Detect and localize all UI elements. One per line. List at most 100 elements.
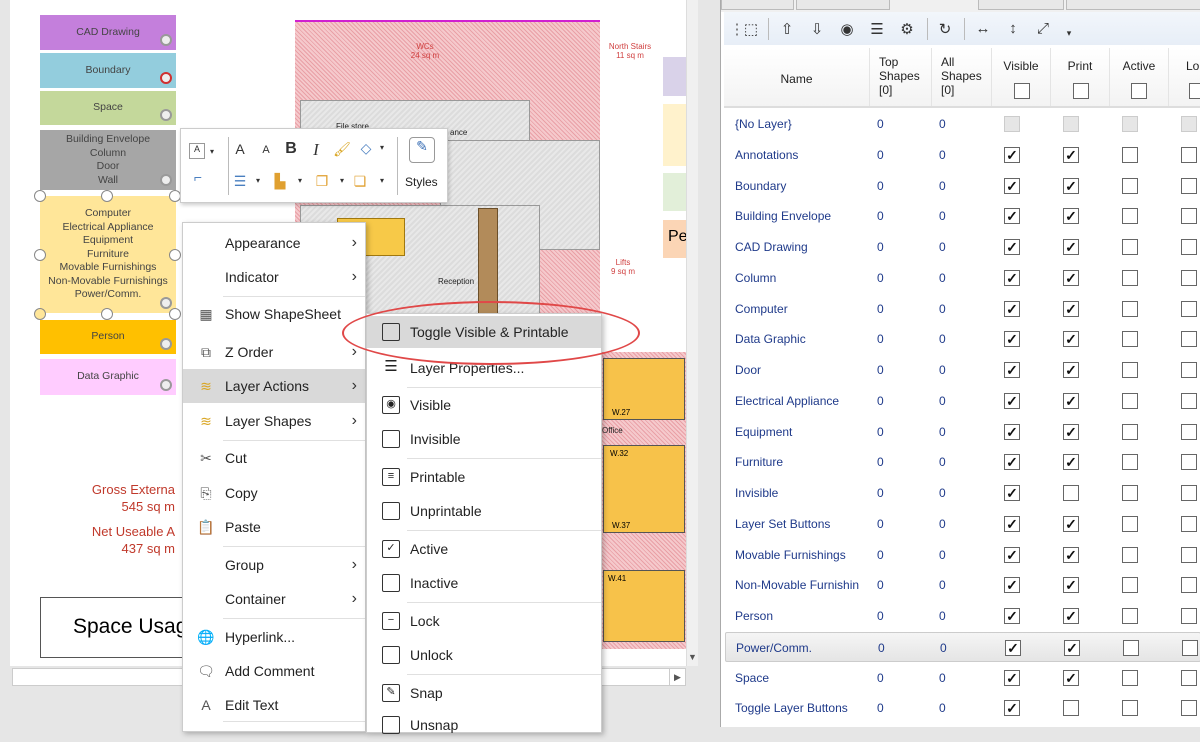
layer-row[interactable]: Non-Movable Furnishin 0 0 ✓ ✓ bbox=[725, 570, 1200, 600]
print-checkbox[interactable]: ✓ bbox=[1063, 146, 1079, 163]
menu-item-copy[interactable]: ⎘ Copy bbox=[183, 476, 365, 510]
lock-checkbox[interactable] bbox=[1181, 546, 1197, 563]
layer-button[interactable]: CAD Drawing bbox=[40, 15, 176, 50]
col-all-shapes[interactable]: All Shapes [0] bbox=[932, 48, 992, 106]
dropdown-icon[interactable]: ▾ bbox=[373, 176, 391, 185]
layer-row[interactable]: Furniture 0 0 ✓ ✓ bbox=[725, 447, 1200, 477]
scroll-right-arrow-icon[interactable]: ▶ bbox=[669, 669, 685, 685]
selection-handle[interactable] bbox=[169, 308, 181, 320]
col-name[interactable]: Name bbox=[724, 48, 870, 106]
active-checkbox[interactable] bbox=[1122, 454, 1138, 471]
selection-handle[interactable] bbox=[101, 308, 113, 320]
styles-icon[interactable]: ✎ bbox=[409, 137, 435, 163]
lock-checkbox[interactable] bbox=[1181, 331, 1197, 348]
submenu-item-inactive[interactable]: Inactive bbox=[367, 566, 601, 600]
print-checkbox[interactable]: ✓ bbox=[1063, 177, 1079, 194]
visible-checkbox[interactable]: ✓ bbox=[1004, 208, 1020, 225]
list-icon[interactable]: ☰ bbox=[868, 20, 886, 38]
side-tab-yellow[interactable] bbox=[663, 104, 686, 166]
decrease-font-icon[interactable]: A bbox=[257, 144, 275, 156]
visible-checkbox[interactable]: ✓ bbox=[1004, 331, 1020, 348]
lock-checkbox[interactable] bbox=[1181, 515, 1197, 532]
print-checkbox[interactable]: ✓ bbox=[1063, 239, 1079, 255]
layer-row[interactable]: Invisible 0 0 ✓ bbox=[725, 478, 1200, 508]
layer-button[interactable]: Boundary bbox=[40, 53, 176, 88]
menu-item-appearance[interactable]: Appearance › bbox=[183, 226, 365, 260]
refresh-layers-icon[interactable]: ↻ bbox=[936, 20, 954, 38]
submenu-item-invisible[interactable]: Invisible bbox=[367, 422, 601, 456]
print-all-checkbox[interactable] bbox=[1073, 83, 1089, 99]
dropdown-icon[interactable]: ▾ bbox=[249, 176, 267, 185]
menu-item-group[interactable]: Group › bbox=[183, 548, 365, 582]
dropdown-icon[interactable]: ▾ bbox=[373, 143, 391, 152]
visible-checkbox[interactable]: ✓ bbox=[1004, 577, 1020, 594]
print-checkbox[interactable]: ✓ bbox=[1063, 608, 1079, 624]
visible-checkbox[interactable]: ✓ bbox=[1004, 485, 1020, 501]
panel-tab[interactable] bbox=[1066, 0, 1200, 10]
lock-checkbox[interactable] bbox=[1181, 423, 1197, 440]
menu-item-layer-shapes[interactable]: ≋ Layer Shapes › bbox=[183, 404, 365, 438]
active-checkbox[interactable] bbox=[1122, 331, 1138, 348]
print-checkbox[interactable]: ✓ bbox=[1063, 331, 1079, 348]
fit-all-icon[interactable]: ⤢ bbox=[1034, 20, 1052, 37]
active-checkbox[interactable] bbox=[1123, 639, 1139, 656]
selection-handle[interactable] bbox=[34, 190, 46, 202]
layer-settings-icon[interactable]: ⚙ bbox=[898, 20, 916, 38]
layer-row[interactable]: Layer Set Buttons 0 0 ✓ ✓ bbox=[725, 509, 1200, 539]
layer-row[interactable]: Annotations 0 0 ✓ ✓ bbox=[725, 140, 1200, 170]
increase-font-icon[interactable]: A bbox=[231, 141, 249, 157]
menu-item-z-order[interactable]: ⧉ Z Order › bbox=[183, 335, 365, 369]
format-painter-icon[interactable]: 🖌 bbox=[333, 141, 351, 158]
send-back-icon[interactable]: ❏ bbox=[351, 173, 369, 190]
layer-row[interactable]: Building Envelope 0 0 ✓ ✓ bbox=[725, 201, 1200, 231]
submenu-item-unprintable[interactable]: Unprintable bbox=[367, 494, 601, 528]
layer-row[interactable]: {No Layer} 0 0 bbox=[725, 109, 1200, 139]
layer-button[interactable]: Computer Electrical Appliance Equipment … bbox=[40, 196, 176, 313]
lock-checkbox[interactable] bbox=[1182, 639, 1198, 656]
layer-row[interactable]: Electrical Appliance 0 0 ✓ ✓ bbox=[725, 386, 1200, 416]
visibility-icon[interactable]: ◉ bbox=[838, 20, 856, 38]
submenu-item-unlock[interactable]: Unlock bbox=[367, 638, 601, 672]
layer-row[interactable]: Door 0 0 ✓ ✓ bbox=[725, 355, 1200, 385]
active-checkbox[interactable] bbox=[1122, 608, 1138, 624]
active-all-checkbox[interactable] bbox=[1131, 83, 1147, 99]
submenu-item-lock[interactable]: − Lock bbox=[367, 604, 601, 638]
toolbar-overflow-icon[interactable]: ▾ bbox=[1060, 28, 1078, 39]
visible-checkbox[interactable]: ✓ bbox=[1004, 608, 1020, 624]
visible-checkbox[interactable]: ✓ bbox=[1004, 269, 1020, 286]
lock-all-checkbox[interactable] bbox=[1189, 83, 1200, 99]
lock-checkbox[interactable] bbox=[1181, 485, 1197, 501]
visible-checkbox[interactable]: ✓ bbox=[1004, 239, 1020, 255]
menu-item-add-comment[interactable]: 🗨 Add Comment bbox=[183, 654, 365, 688]
submenu-item-active[interactable]: ✓ Active bbox=[367, 532, 601, 566]
select-shapes-icon[interactable]: ⬚ bbox=[742, 20, 760, 38]
lock-checkbox[interactable] bbox=[1181, 208, 1197, 225]
toggle-knob-icon[interactable] bbox=[160, 379, 172, 391]
print-checkbox[interactable]: ✓ bbox=[1063, 546, 1079, 563]
lock-checkbox[interactable] bbox=[1181, 700, 1197, 717]
print-checkbox[interactable]: ✓ bbox=[1064, 639, 1080, 656]
dropdown-icon[interactable]: ▾ bbox=[333, 176, 351, 185]
toggle-knob-icon[interactable] bbox=[160, 297, 172, 309]
layer-row[interactable]: Data Graphic 0 0 ✓ ✓ bbox=[725, 324, 1200, 354]
print-checkbox[interactable]: ✓ bbox=[1063, 454, 1079, 471]
lock-checkbox[interactable] bbox=[1181, 454, 1197, 471]
toggle-knob-icon[interactable] bbox=[160, 174, 172, 186]
visible-checkbox[interactable]: ✓ bbox=[1004, 515, 1020, 532]
visible-checkbox[interactable]: ✓ bbox=[1004, 362, 1020, 378]
menu-item-edit-text[interactable]: A Edit Text bbox=[183, 688, 365, 722]
menu-item-cut[interactable]: ✂ Cut bbox=[183, 441, 365, 475]
active-checkbox[interactable] bbox=[1122, 700, 1138, 717]
active-checkbox[interactable] bbox=[1122, 515, 1138, 532]
position-icon[interactable]: ▙ bbox=[271, 173, 289, 190]
layer-row[interactable]: Column 0 0 ✓ ✓ bbox=[725, 263, 1200, 293]
active-checkbox[interactable] bbox=[1122, 577, 1138, 594]
align-icon[interactable]: ☰ bbox=[231, 173, 249, 190]
print-checkbox[interactable] bbox=[1063, 700, 1079, 717]
lock-checkbox[interactable] bbox=[1181, 608, 1197, 624]
menu-item-hyperlink[interactable]: 🌐 Hyperlink... bbox=[183, 620, 365, 654]
print-checkbox[interactable]: ✓ bbox=[1063, 269, 1079, 286]
print-checkbox[interactable]: ✓ bbox=[1063, 669, 1079, 686]
move-down-icon[interactable]: ⇩ bbox=[808, 20, 826, 38]
lock-checkbox[interactable] bbox=[1181, 362, 1197, 378]
